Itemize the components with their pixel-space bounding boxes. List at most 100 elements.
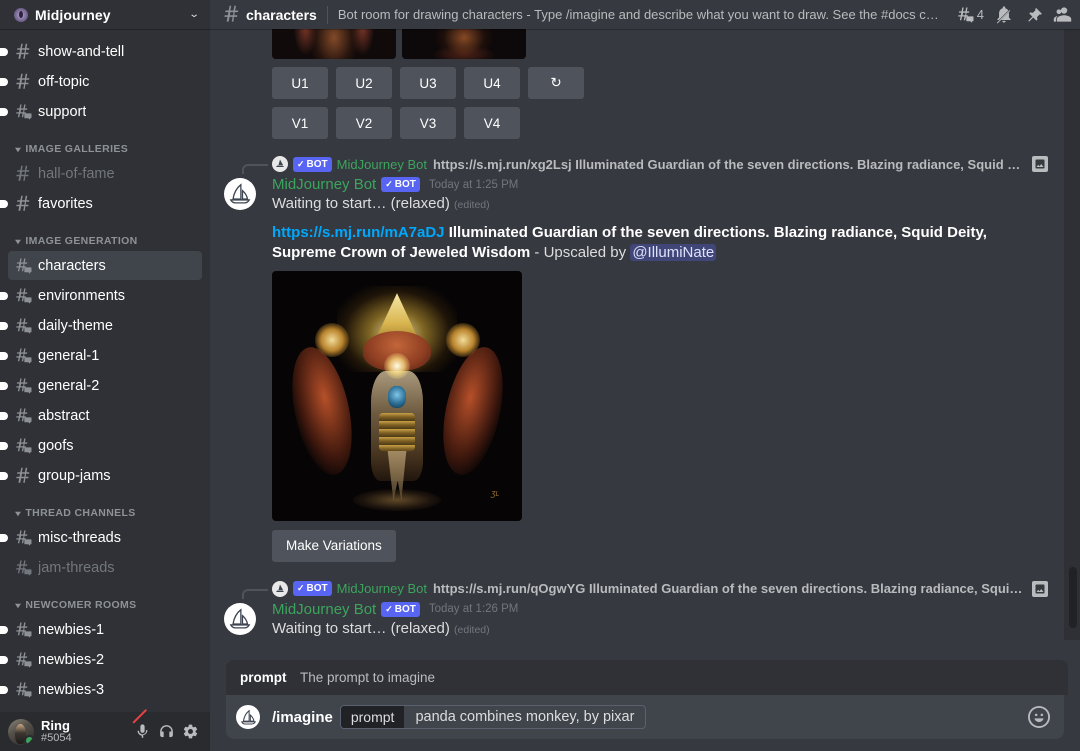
pin-icon[interactable] [1024,6,1042,24]
message-author[interactable]: MidJourney Bot [272,176,376,193]
unread-indicator [0,686,8,694]
variation-v2-button[interactable]: V2 [336,107,392,139]
reply-author[interactable]: MidJourney Bot [337,581,427,596]
reply-context[interactable]: ✓BOT MidJourney Bot https://s.mj.run/qOg… [272,580,1048,598]
reply-author[interactable]: MidJourney Bot [337,157,427,172]
message-content: MidJourney Bot ✓BOT Today at 1:25 PM Wai… [272,176,1048,562]
avatar[interactable] [224,603,256,635]
verified-check-icon: ✓ [297,581,305,596]
embed-link[interactable]: https://s.mj.run/mA7aDJ [272,224,445,241]
sidebar-item-newbies-1[interactable]: newbies-1 [8,615,202,644]
gear-icon[interactable] [178,720,202,744]
thread-count: 4 [977,7,984,22]
sidebar-item-general-2[interactable]: general-2 [8,371,202,400]
image-attachment-icon [1032,581,1048,597]
hash-thread-icon [14,347,32,365]
category-image-galleries[interactable]: ▾ IMAGE GALLERIES [0,127,210,158]
unread-indicator [0,382,8,390]
grid-image-1[interactable] [272,29,396,59]
message-header: MidJourney Bot ✓BOT Today at 1:25 PM [272,176,1048,193]
grid-image-2[interactable] [402,29,526,59]
microphone-muted-icon[interactable] [130,720,154,744]
upscale-u1-button[interactable]: U1 [272,67,328,99]
emoji-smile-icon[interactable] [1028,706,1050,728]
channel-label: newbies-1 [38,622,104,638]
sidebar-item-newbies-3[interactable]: newbies-3 [8,675,202,704]
generated-image-grid[interactable] [210,29,1064,59]
sidebar-item-daily-theme[interactable]: daily-theme [8,311,202,340]
avatar[interactable] [224,178,256,210]
status-badge: ✓BOT [293,157,332,172]
variation-v3-button[interactable]: V3 [400,107,456,139]
headphones-icon[interactable] [154,720,178,744]
user-mention[interactable]: @IllumiNate [630,244,716,261]
upscale-u2-button[interactable]: U2 [336,67,392,99]
sidebar-item-support[interactable]: support [8,97,202,126]
command-param-value[interactable]: panda combines monkey, by pixar [404,706,645,728]
unread-indicator [0,48,8,56]
bot-badge-label: BOT [307,581,328,596]
sidebar-item-newbies-2[interactable]: newbies-2 [8,645,202,674]
sidebar-item-general-1[interactable]: general-1 [8,341,202,370]
sidebar-item-environments[interactable]: environments [8,281,202,310]
channel-label: newbies-2 [38,652,104,668]
message: ✓BOT MidJourney Bot https://s.mj.run/qOg… [210,578,1064,640]
unread-indicator [0,626,8,634]
sidebar-item-jam-threads[interactable]: jam-threads [8,553,202,582]
message-list[interactable]: U1 U2 U3 U4 ↻ V1 V2 V3 V4 [210,29,1080,640]
channel-header: characters Bot room for drawing characte… [210,0,1080,29]
unread-indicator [0,108,8,116]
channel-topic[interactable]: Bot room for drawing characters - Type /… [338,7,946,22]
chevron-down-icon: ▾ [15,145,21,154]
sidebar-item-show-and-tell[interactable]: show-and-tell [8,37,202,66]
channel-label: hall-of-fame [38,166,115,182]
sidebar-item-characters[interactable]: characters [8,251,202,280]
variation-v1-button[interactable]: V1 [272,107,328,139]
channel-label: off-topic [38,74,89,90]
sidebar-item-misc-threads[interactable]: misc-threads [8,523,202,552]
search-input[interactable]: prompt panda combines monkey, by pixar [340,705,647,729]
slash-command-name: /imagine [272,709,333,726]
message-author[interactable]: MidJourney Bot [272,601,376,618]
channel-label: misc-threads [38,530,121,546]
command-param-name: prompt [240,670,287,685]
threads-icon[interactable]: 4 [956,6,984,24]
upscale-u4-button[interactable]: U4 [464,67,520,99]
sidebar-item-goofs[interactable]: goofs [8,431,202,460]
reply-context[interactable]: ✓BOT MidJourney Bot https://s.mj.run/xg2… [272,155,1048,173]
image-attachment-icon [1032,156,1048,172]
members-icon[interactable] [1053,5,1072,24]
user-identity[interactable]: Ring #5054 [41,719,130,744]
sidebar-item-group-jams[interactable]: group-jams [8,461,202,490]
sidebar-item-favorites[interactable]: favorites [8,189,202,218]
category-visual-dictionaries[interactable]: ▾ VISUAL DICTIONARIES [0,705,210,712]
sidebar-item-abstract[interactable]: abstract [8,401,202,430]
hash-thread-icon [14,559,32,577]
bell-muted-icon[interactable] [995,6,1013,24]
variation-v4-button[interactable]: V4 [464,107,520,139]
reroll-button[interactable]: ↻ [528,67,584,99]
category-newcomer-rooms[interactable]: ▾ NEWCOMER ROOMS [0,583,210,614]
upscale-u3-button[interactable]: U3 [400,67,456,99]
channel-list[interactable]: show-and-tell off-topic support ▾ IMAGE … [0,29,210,712]
reply-preview-text[interactable]: https://s.mj.run/xg2Lsj Illuminated Guar… [433,157,1025,172]
category-image-generation[interactable]: ▾ IMAGE GENERATION [0,219,210,250]
category-thread-channels[interactable]: ▾ THREAD CHANNELS [0,491,210,522]
message-scrollbar[interactable] [1064,29,1080,640]
avatar[interactable] [8,719,34,745]
message-composer[interactable]: /imagine prompt panda combines monkey, b… [226,695,1064,739]
generated-image[interactable]: ʒʟ [272,271,522,521]
scrollbar-thumb[interactable] [1069,567,1077,628]
message-content: MidJourney Bot ✓BOT Today at 1:26 PM Wai… [272,601,1048,639]
user-panel: Ring #5054 [0,712,210,751]
reply-preview-text[interactable]: https://s.mj.run/qOgwYG Illuminated Guar… [433,581,1025,596]
sidebar-item-off-topic[interactable]: off-topic [8,67,202,96]
chevron-down-icon[interactable]: ⌄ [188,9,199,20]
server-header[interactable]: Midjourney ⌄ [0,0,210,29]
chevron-down-icon: ▾ [15,509,21,518]
hash-thread-icon [14,257,32,275]
avatar [236,705,260,729]
make-variations-button[interactable]: Make Variations [272,530,396,562]
sidebar-item-hall-of-fame[interactable]: hall-of-fame [8,159,202,188]
variations-button-row: Make Variations [272,530,1048,562]
